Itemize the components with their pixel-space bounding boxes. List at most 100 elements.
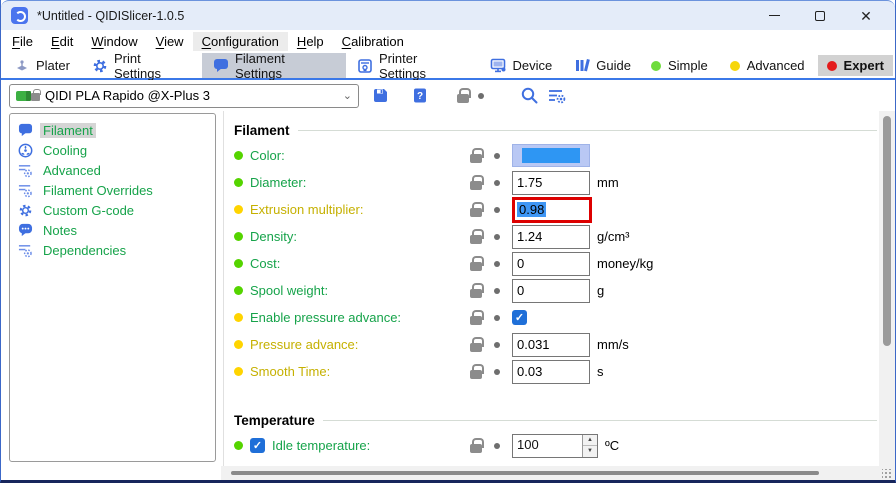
minimize-button[interactable] [751, 2, 797, 30]
mode-dot-icon [234, 232, 243, 241]
revert-dot-icon[interactable] [494, 234, 500, 240]
horizontal-scrollbar-thumb[interactable] [231, 471, 819, 475]
menu-help[interactable]: Help [288, 32, 333, 51]
mode-advanced[interactable]: Advanced [721, 55, 814, 76]
close-icon: ✕ [860, 9, 872, 23]
color-swatch [522, 148, 580, 163]
menu-configuration[interactable]: Configuration [193, 32, 288, 51]
smooth-time-input[interactable] [512, 360, 590, 384]
help-button[interactable]: ? [412, 84, 428, 108]
save-preset-button[interactable] [372, 84, 389, 108]
revert-dot-icon[interactable] [494, 288, 500, 294]
lock-icon [457, 88, 469, 103]
search-button[interactable] [520, 84, 539, 108]
vertical-scrollbar-thumb[interactable] [883, 116, 891, 346]
minimize-icon [769, 15, 780, 16]
mode-simple[interactable]: Simple [642, 55, 717, 76]
setting-row-idle-temperature: ✓ Idle temperature: 100 ▲ ▼ ºC [234, 432, 895, 459]
menu-window[interactable]: Window [82, 32, 146, 51]
content-area: Filament Cooling Advanced Filament Overr… [1, 111, 895, 466]
lock-icon[interactable] [470, 364, 482, 379]
diameter-input[interactable] [512, 171, 590, 195]
lock-icon[interactable] [470, 337, 482, 352]
lock-icon[interactable] [470, 310, 482, 325]
lock-icon[interactable] [470, 175, 482, 190]
svg-text:?: ? [417, 91, 423, 102]
spin-up-icon[interactable]: ▲ [583, 435, 597, 447]
density-input[interactable] [512, 225, 590, 249]
menu-view[interactable]: View [147, 32, 193, 51]
sidebar-item-filament-overrides[interactable]: Filament Overrides [10, 180, 215, 200]
mode-dot-icon [234, 259, 243, 268]
idle-temperature-checkbox[interactable]: ✓ [250, 438, 265, 453]
setting-row-enable-pressure-advance: Enable pressure advance: ✓ [234, 304, 895, 331]
app-window: *Untitled - QIDISlicer-1.0.5 ✕ File Edit… [0, 0, 896, 483]
sidebar-item-notes[interactable]: Notes [10, 220, 215, 240]
lock-icon[interactable] [470, 148, 482, 163]
maximize-button[interactable] [797, 2, 843, 30]
revert-dot-icon[interactable] [494, 180, 500, 186]
lock-icon[interactable] [470, 283, 482, 298]
lock-toggle-button[interactable] [457, 84, 469, 108]
menu-edit[interactable]: Edit [42, 32, 82, 51]
idle-temperature-spinner[interactable]: 100 ▲ ▼ [512, 434, 598, 458]
close-button[interactable]: ✕ [843, 2, 889, 30]
help-icon: ? [412, 87, 428, 104]
extrusion-multiplier-input[interactable]: 0.98 [512, 197, 592, 223]
setting-row-smooth-time: Smooth Time: s [234, 358, 895, 385]
vertical-scrollbar[interactable] [879, 111, 895, 466]
revert-dot-icon[interactable] [494, 342, 500, 348]
spin-down-icon[interactable]: ▼ [583, 446, 597, 457]
color-swatch-button[interactable] [512, 144, 590, 167]
mode-expert[interactable]: Expert [818, 55, 893, 76]
tab-filament-settings[interactable]: Filament Settings [202, 53, 346, 78]
revert-dot-icon[interactable] [494, 369, 500, 375]
revert-dot-icon[interactable] [494, 153, 500, 159]
mode-dot-icon [234, 151, 243, 160]
list-gear-icon [18, 243, 33, 258]
preset-combobox[interactable]: QIDI PLA Rapido @X-Plus 3 ⌄ [9, 84, 359, 108]
sidebar-item-cooling[interactable]: Cooling [10, 140, 215, 160]
revert-dot-icon[interactable] [478, 93, 484, 99]
mode-dot-icon [234, 178, 243, 187]
preset-toolbar: QIDI PLA Rapido @X-Plus 3 ⌄ ? [1, 80, 895, 111]
tab-plater[interactable]: Plater [3, 53, 81, 78]
revert-dot-icon[interactable] [494, 443, 500, 449]
lock-icon[interactable] [470, 438, 482, 453]
setting-row-density: Density: g/cm³ [234, 223, 895, 250]
mode-dot-icon [234, 367, 243, 376]
tab-guide[interactable]: Guide [563, 53, 642, 78]
maximize-icon [815, 11, 825, 21]
horizontal-scrollbar[interactable] [221, 466, 895, 480]
sidebar-item-dependencies[interactable]: Dependencies [10, 240, 215, 260]
lock-icon[interactable] [470, 256, 482, 271]
simple-mode-dot-icon [651, 61, 661, 71]
plater-icon [14, 59, 30, 73]
cost-input[interactable] [512, 252, 590, 276]
resize-grip-icon[interactable] [882, 469, 892, 479]
settings-category-list: Filament Cooling Advanced Filament Overr… [9, 113, 216, 462]
revert-dot-icon[interactable] [494, 315, 500, 321]
revert-dot-icon[interactable] [494, 207, 500, 213]
chevron-down-icon: ⌄ [343, 89, 352, 102]
settings-compare-button[interactable] [547, 84, 566, 108]
menu-file[interactable]: File [3, 32, 42, 51]
tabbar: Plater Print Settings Filament Settings … [1, 53, 895, 80]
tab-printer-settings[interactable]: Printer Settings [346, 53, 479, 78]
tab-device[interactable]: Device [479, 53, 564, 78]
lock-icon[interactable] [470, 229, 482, 244]
chat-dots-icon [18, 223, 33, 237]
revert-dot-icon[interactable] [494, 261, 500, 267]
section-header-temperature: Temperature [234, 413, 895, 428]
menu-calibration[interactable]: Calibration [333, 32, 413, 51]
sidebar-item-custom-gcode[interactable]: Custom G-code [10, 200, 215, 220]
spool-weight-input[interactable] [512, 279, 590, 303]
enable-pressure-advance-checkbox[interactable]: ✓ [512, 310, 527, 325]
sidebar-item-advanced[interactable]: Advanced [10, 160, 215, 180]
sidebar-item-filament[interactable]: Filament [10, 120, 215, 140]
titlebar: *Untitled - QIDISlicer-1.0.5 ✕ [1, 0, 895, 30]
tab-print-settings[interactable]: Print Settings [81, 53, 202, 78]
expert-mode-dot-icon [827, 61, 837, 71]
lock-icon[interactable] [470, 202, 482, 217]
pressure-advance-input[interactable] [512, 333, 590, 357]
